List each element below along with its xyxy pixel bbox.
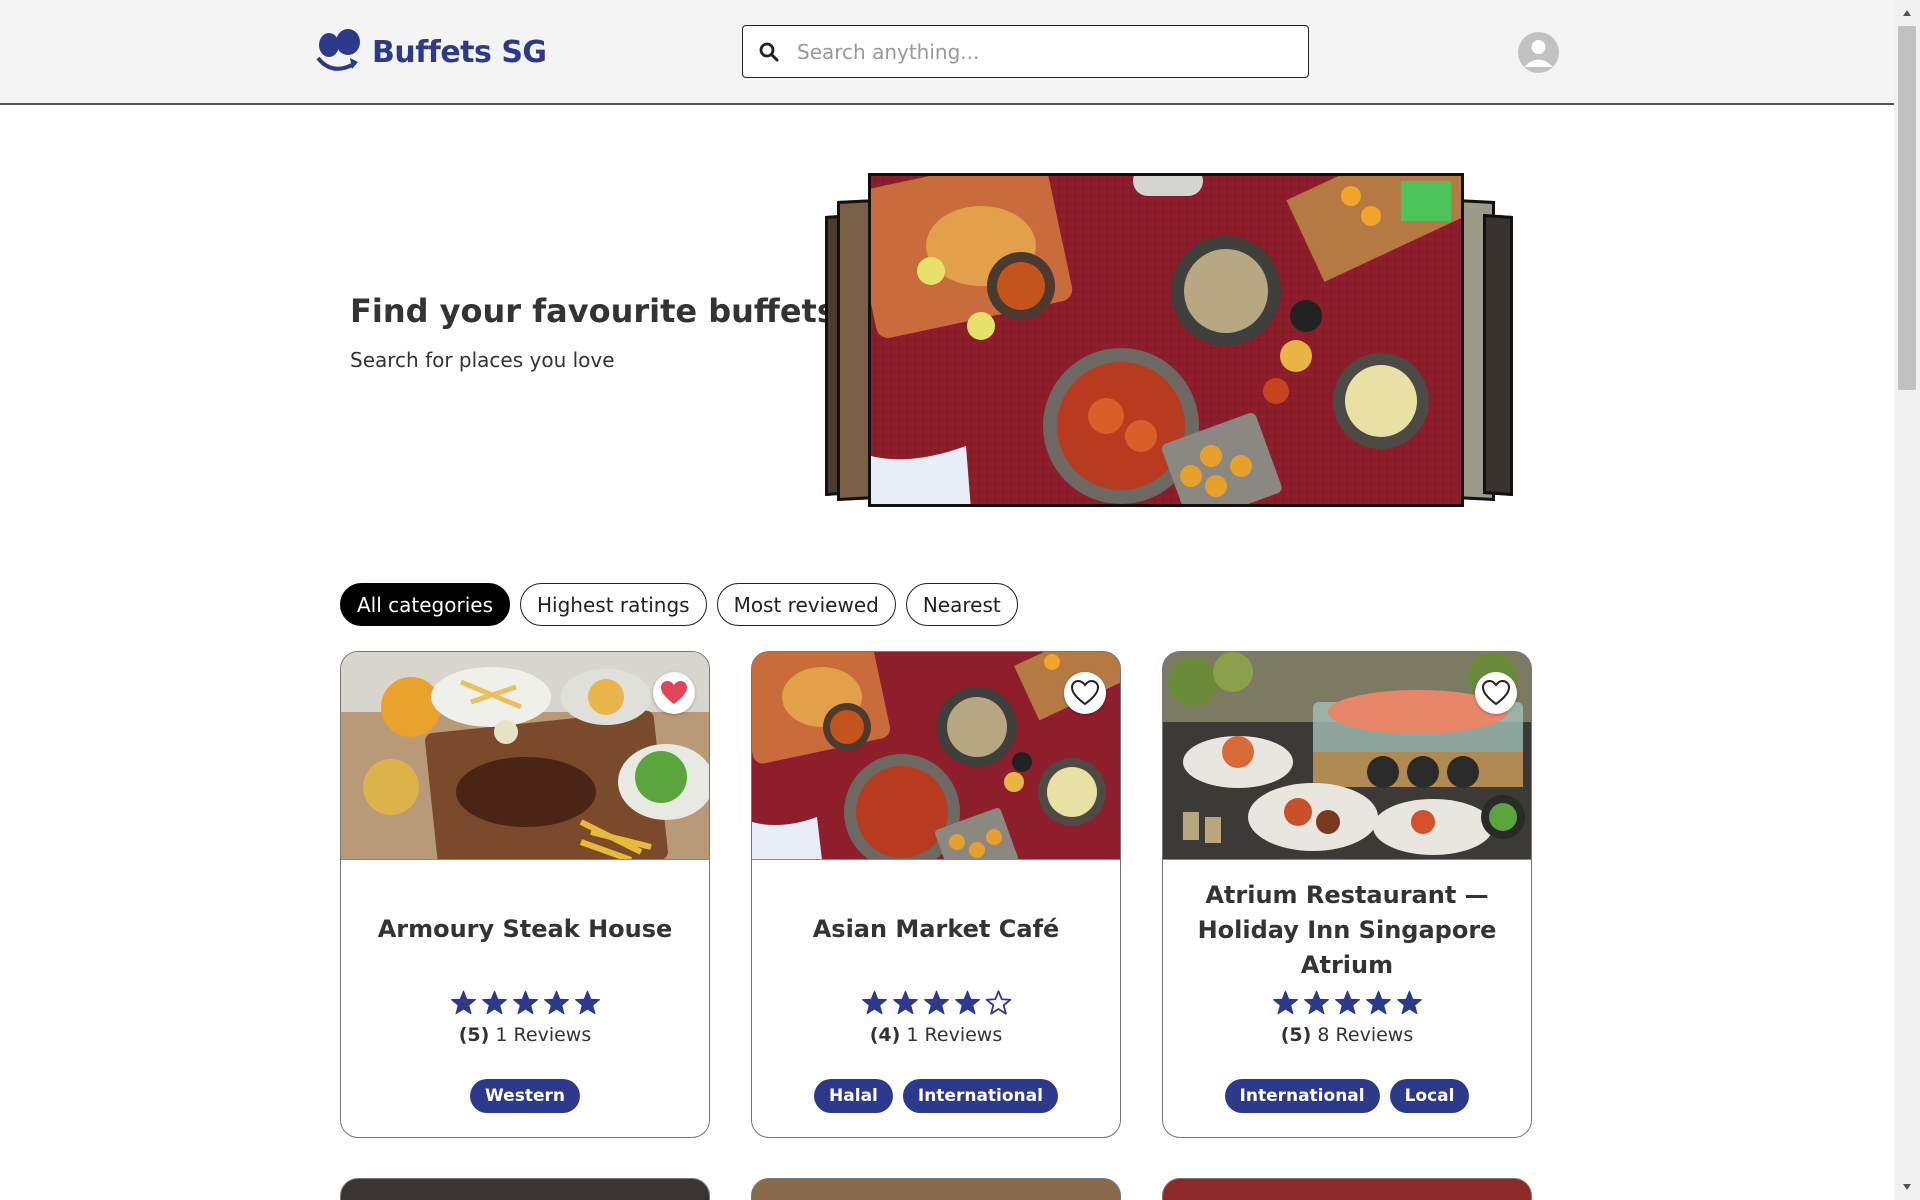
review-summary: (4) 1 Reviews [752,1024,1120,1046]
star-rating [1163,990,1531,1021]
reviews-word: Reviews [513,1024,592,1046]
rating-value: (4) [869,1024,901,1046]
review-summary: (5) 8 Reviews [1163,1024,1531,1046]
buffet-card[interactable]: Asian Market Café (4) 1 Reviews Halal In… [751,651,1121,1138]
review-summary: (5) 1 Reviews [341,1024,709,1046]
page-scrollbar[interactable] [1894,0,1920,1200]
buffet-card-partial[interactable] [1162,1178,1532,1200]
star-filled-icon [512,990,539,1021]
cuisine-tags: Halal International [752,1079,1120,1113]
filter-most-reviewed[interactable]: Most reviewed [716,583,896,626]
star-filled-icon [574,990,601,1021]
scrollbar-thumb[interactable] [1898,26,1916,390]
review-count: 1 [495,1024,508,1046]
carousel-back-slide [1483,213,1513,497]
cuisine-tag[interactable]: International [902,1079,1058,1113]
logo-mark-icon [314,28,366,76]
buffet-card-title[interactable]: Atrium Restaurant — Holiday Inn Singapor… [1183,878,1511,983]
search-icon [749,27,789,77]
cuisine-tag[interactable]: Local [1389,1079,1470,1113]
buffet-card-title[interactable]: Armoury Steak House [361,912,689,947]
rating-value: (5) [458,1024,490,1046]
reviews-word: Reviews [924,1024,1003,1046]
star-filled-icon [450,990,477,1021]
star-filled-icon [543,990,570,1021]
rating-value: (5) [1280,1024,1312,1046]
star-rating [341,990,709,1021]
star-filled-icon [954,990,981,1021]
favourite-heart-icon[interactable] [653,672,695,714]
star-filled-icon [1334,990,1361,1021]
cuisine-tag[interactable]: International [1224,1079,1380,1113]
cuisine-tag[interactable]: Western [470,1079,580,1113]
star-filled-icon [481,990,508,1021]
buffet-card-partial[interactable] [340,1178,710,1200]
buffet-card-partial[interactable] [751,1178,1121,1200]
buffet-card-title[interactable]: Asian Market Café [772,912,1100,947]
top-navbar: Buffets SG [0,0,1894,105]
hero-food-photo [868,173,1464,507]
search-bar[interactable] [742,25,1309,78]
filter-all-categories[interactable]: All categories [340,583,510,626]
category-filters: All categories Highest ratings Most revi… [340,583,1018,626]
brand-logo[interactable]: Buffets SG [314,28,547,76]
filter-nearest[interactable]: Nearest [905,583,1018,626]
filter-highest-ratings[interactable]: Highest ratings [520,583,707,626]
star-filled-icon [1303,990,1330,1021]
scroll-up-arrow-icon[interactable] [1894,0,1920,26]
favourite-heart-icon[interactable] [1475,672,1517,714]
scroll-down-arrow-icon[interactable] [1894,1174,1920,1200]
hero-subtitle: Search for places you love [350,348,615,372]
buffet-card-photo [341,652,709,860]
star-filled-icon [1272,990,1299,1021]
star-filled-icon [892,990,919,1021]
favourite-heart-icon[interactable] [1064,672,1106,714]
brand-name: Buffets SG [372,34,547,70]
cuisine-tag[interactable]: Halal [814,1079,893,1113]
buffet-card-photo [752,652,1120,860]
star-rating [752,990,1120,1021]
cuisine-tags: International Local [1163,1079,1531,1113]
user-avatar-icon[interactable] [1518,32,1559,73]
review-count: 1 [906,1024,919,1046]
star-empty-icon [985,990,1012,1021]
buffet-card-photo [1163,652,1531,860]
search-input[interactable] [789,39,1289,64]
star-filled-icon [923,990,950,1021]
cuisine-tags: Western [341,1079,709,1113]
review-count: 8 [1317,1024,1330,1046]
buffet-card[interactable]: Armoury Steak House (5) 1 Reviews Wester… [340,651,710,1138]
star-filled-icon [861,990,888,1021]
star-filled-icon [1365,990,1392,1021]
buffet-card[interactable]: Atrium Restaurant — Holiday Inn Singapor… [1162,651,1532,1138]
star-filled-icon [1396,990,1423,1021]
reviews-word: Reviews [1335,1024,1414,1046]
hero-title: Find your favourite buffets [350,292,836,330]
hero-image-carousel[interactable] [815,170,1515,515]
